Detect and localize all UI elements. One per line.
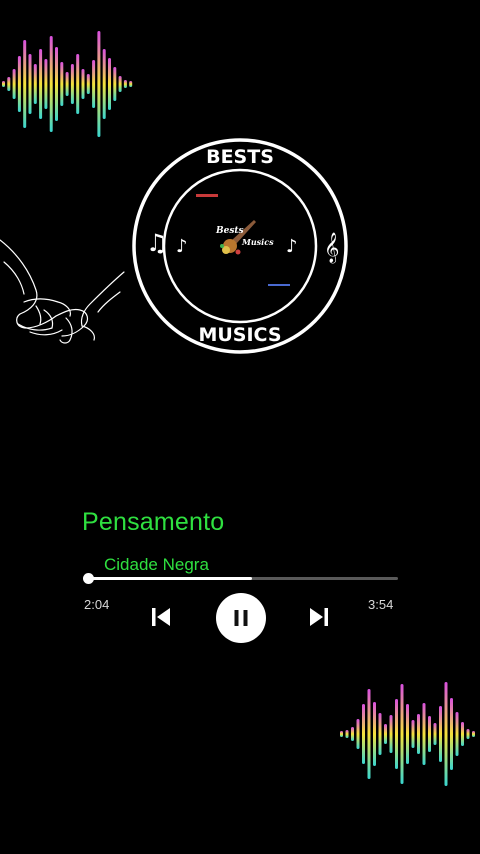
equalizer-bar: [356, 719, 360, 749]
equalizer-bar: [81, 69, 85, 99]
music-note-icon: ♪: [286, 236, 298, 257]
equalizer-bar: [444, 682, 448, 786]
equalizer-bar: [455, 712, 459, 756]
pause-icon: [234, 610, 248, 626]
equalizer-bar: [433, 723, 437, 745]
equalizer-bar: [422, 703, 426, 765]
equalizer-bar: [65, 72, 69, 96]
equalizer-bar: [351, 727, 354, 741]
equalizer-bar: [461, 722, 464, 746]
equalizer-bar: [55, 47, 58, 121]
skip-next-icon: [310, 608, 328, 626]
equalizer-bar: [450, 698, 453, 770]
equalizer-bar: [466, 729, 470, 739]
equalizer-bar: [439, 706, 442, 762]
equalizer-bar: [417, 714, 420, 754]
track-artist[interactable]: Cidade Negra: [104, 555, 209, 575]
equalizer-bar: [406, 704, 409, 764]
equalizer-bar: [49, 36, 53, 132]
equalizer-bar: [345, 730, 349, 738]
holding-hands-illustration: [0, 239, 125, 344]
equalizer-bar: [70, 64, 74, 104]
progress-bar-handle[interactable]: [83, 573, 94, 584]
music-note-icon: ♪: [176, 236, 188, 257]
pause-button[interactable]: [216, 593, 266, 643]
next-track-button[interactable]: [304, 602, 334, 632]
equalizer-bar: [384, 724, 387, 744]
equalizer-bar: [373, 702, 376, 766]
skip-previous-icon: [152, 608, 170, 626]
equalizer-bar: [28, 54, 32, 114]
logo-top-text: BESTS: [206, 146, 274, 168]
equalizer-bar: [44, 59, 48, 109]
equalizer-bar: [123, 80, 127, 88]
equalizer-bar: [12, 69, 16, 99]
equalizer-bar: [428, 716, 431, 752]
equalizer-bar: [118, 76, 122, 92]
equalizer-bar: [367, 689, 371, 779]
equalizer-bar: [108, 58, 111, 110]
bests-musics-logo: BESTS MUSICS ♫ ♪ ♪ 𝄞 Bests Musics: [132, 138, 348, 354]
progress-bar-fill: [88, 577, 253, 580]
equalizer-bar: [97, 31, 101, 137]
previous-track-button[interactable]: [146, 602, 176, 632]
equalizer-bar: [362, 704, 365, 764]
equalizer-bar: [400, 684, 404, 784]
equalizer-bar: [2, 81, 5, 87]
music-notes-icon: ♫: [146, 229, 168, 257]
equalizer-bar: [340, 731, 343, 737]
equalizer-decoration-bottom-right: [340, 682, 475, 786]
equalizer-bar: [60, 62, 64, 106]
equalizer-bar: [39, 49, 43, 119]
equalizer-bar: [389, 715, 393, 753]
equalizer-bar: [92, 60, 96, 108]
logo-emblem-blue-dashes: [268, 284, 290, 286]
treble-clef-icon: 𝄞: [324, 232, 339, 264]
equalizer-bar: [17, 56, 21, 112]
logo-inner-text-musics: Musics: [241, 237, 274, 247]
progress-bar[interactable]: [83, 573, 398, 584]
equalizer-bar: [102, 49, 106, 119]
track-title: Pensamento: [82, 508, 225, 536]
logo-inner-text-bests: Bests: [215, 226, 244, 236]
logo-bottom-text: MUSICS: [198, 324, 281, 346]
total-time: 3:54: [368, 597, 394, 612]
logo-emblem-red-dashes: [196, 194, 218, 197]
equalizer-bar: [7, 77, 11, 91]
equalizer-bar: [76, 54, 80, 114]
equalizer-bar: [129, 81, 133, 87]
equalizer-bar: [378, 713, 382, 755]
equalizer-bar: [411, 720, 415, 748]
equalizer-decoration-top-left: [2, 31, 133, 137]
elapsed-time: 2:04: [84, 597, 110, 612]
equalizer-bar: [395, 699, 398, 769]
equalizer-bar: [113, 67, 117, 101]
equalizer-bar: [86, 74, 90, 94]
equalizer-bar: [472, 731, 475, 737]
equalizer-bar: [33, 64, 37, 104]
equalizer-bar: [23, 40, 27, 128]
